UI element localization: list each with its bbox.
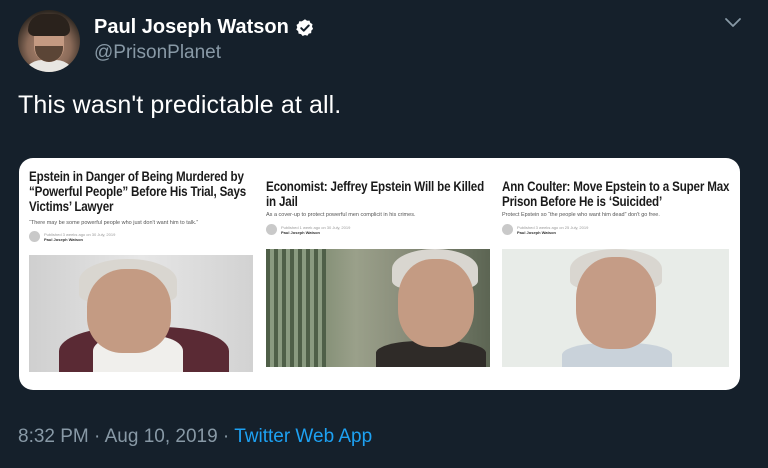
photo-cell-bars [266, 249, 326, 367]
article-headline: Epstein in Danger of Being Murdered by “… [29, 169, 247, 214]
photo-face [398, 259, 474, 347]
article-meta: Published 3 weeks ago on 25 July, 2019 P… [502, 224, 588, 235]
author-handle[interactable]: @PrisonPlanet [94, 42, 221, 64]
author-name-row[interactable]: Paul Joseph Watson [94, 16, 315, 39]
author-avatar-icon [266, 224, 277, 235]
verified-badge-icon [296, 18, 313, 36]
article-byline: Paul Joseph Watson [281, 229, 320, 235]
tweet-text: This wasn't predictable at all. [18, 91, 342, 119]
chevron-down-icon[interactable] [724, 16, 742, 30]
article-panel[interactable]: Ann Coulter: Move Epstein to a Super Max… [502, 158, 732, 390]
photo-face [576, 257, 656, 349]
article-subheadline: Protect Epstein so “the people who want … [502, 212, 660, 218]
author-name[interactable]: Paul Joseph Watson [94, 16, 289, 39]
tweet-date[interactable]: Aug 10, 2019 [105, 426, 218, 447]
article-photo [266, 249, 490, 367]
article-headline: Economist: Jeffrey Epstein Will be Kille… [266, 179, 484, 209]
article-photo [502, 249, 729, 367]
avatar-hair [28, 14, 70, 36]
article-meta: Published 3 weeks ago on 30 July, 2019 P… [29, 231, 115, 242]
avatar[interactable] [18, 10, 80, 72]
timestamp-separator: · [88, 426, 105, 447]
author-avatar-icon [29, 231, 40, 242]
article-panel[interactable]: Epstein in Danger of Being Murdered by “… [29, 158, 261, 390]
article-headline: Ann Coulter: Move Epstein to a Super Max… [502, 179, 730, 209]
media-card[interactable]: Epstein in Danger of Being Murdered by “… [19, 158, 740, 390]
article-subheadline: As a cover-up to protect powerful men co… [266, 212, 416, 218]
tweet-timestamp: 8:32 PM · Aug 10, 2019 · Twitter Web App [18, 426, 372, 448]
article-subheadline: “There may be some powerful people who j… [29, 220, 199, 226]
article-meta: Published 1 week ago on 30 July, 2019 Pa… [266, 224, 350, 235]
tweet-time[interactable]: 8:32 PM [18, 426, 89, 447]
timestamp-separator: · [217, 426, 235, 447]
photo-face [87, 269, 171, 353]
author-avatar-icon [502, 224, 513, 235]
article-photo [29, 255, 253, 372]
article-byline: Paul Joseph Watson [44, 236, 83, 242]
article-byline: Paul Joseph Watson [517, 229, 556, 235]
article-panel[interactable]: Economist: Jeffrey Epstein Will be Kille… [266, 158, 494, 390]
tweet-source-link[interactable]: Twitter Web App [234, 426, 372, 447]
